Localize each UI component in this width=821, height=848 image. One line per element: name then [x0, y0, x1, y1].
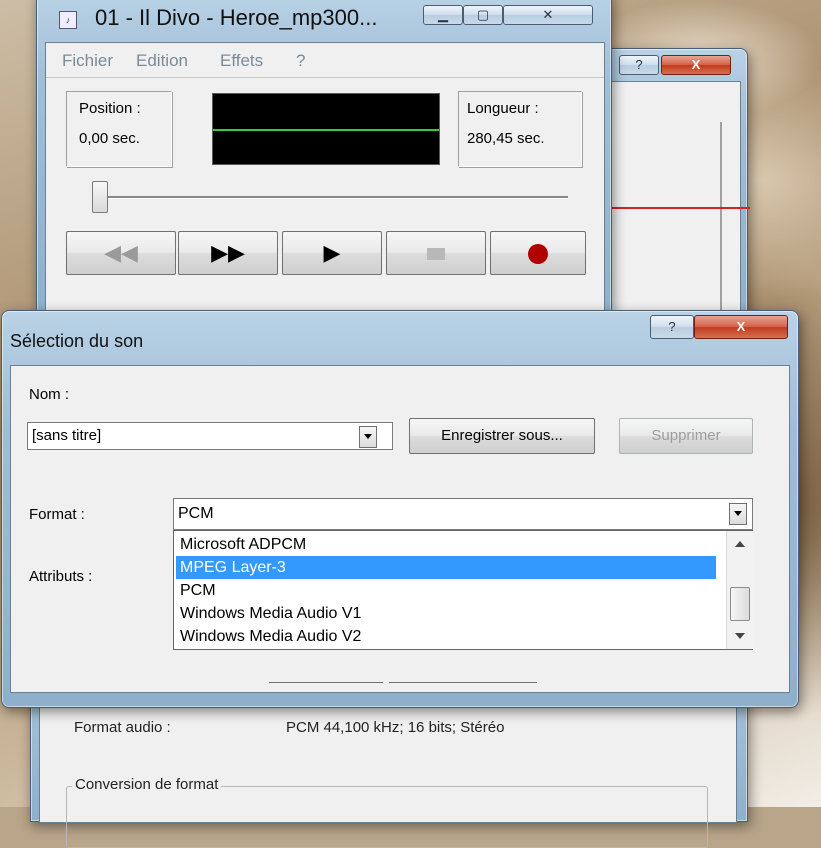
seek-track[interactable] [102, 196, 568, 199]
record-icon [528, 244, 548, 264]
help-button[interactable]: ? [619, 55, 659, 75]
dialog-title: Sélection du son [10, 331, 144, 351]
scrollbar-thumb[interactable] [730, 587, 750, 621]
vertical-divider [720, 122, 722, 322]
list-item[interactable]: Windows Media Audio V2 [176, 625, 716, 648]
format-dropdown-arrow[interactable] [729, 503, 747, 525]
rewind-button[interactable]: ◀◀ [66, 231, 176, 275]
format-label: Format : [29, 506, 85, 523]
attributes-label: Attributs : [29, 568, 93, 585]
window-title: 01 - Il Divo - Heroe_mp300... [95, 5, 378, 30]
name-label: Nom : [29, 386, 70, 403]
ok-button-partial[interactable] [269, 662, 383, 683]
length-value: 280,45 sec. [467, 130, 545, 147]
save-as-button[interactable]: Enregistrer sous... [409, 418, 595, 454]
red-frame-line [610, 207, 750, 209]
dialog-help-button[interactable]: ? [650, 315, 694, 339]
length-box: Longueur : 280,45 sec. [458, 91, 582, 167]
record-button[interactable] [490, 231, 586, 275]
scroll-down-icon[interactable] [735, 633, 745, 639]
waveform-display [212, 93, 440, 165]
menu-help[interactable]: ? [296, 51, 305, 71]
scroll-up-icon[interactable] [735, 541, 745, 547]
play-button[interactable]: ▶ [282, 231, 382, 275]
recorder-close-button[interactable]: ✕ [503, 5, 593, 25]
stop-icon [427, 248, 445, 260]
format-combobox[interactable]: PCM [173, 498, 753, 530]
position-label: Position : [79, 100, 141, 117]
name-dropdown-arrow[interactable] [359, 426, 377, 448]
list-item[interactable]: Windows Media Audio V1 [176, 602, 716, 625]
format-value: PCM [178, 505, 214, 522]
cancel-button-partial[interactable] [389, 662, 537, 683]
maximize-button[interactable]: ▢ [463, 5, 503, 25]
menu-fichier[interactable]: Fichier [62, 51, 113, 71]
dialog-client-area: Nom : [sans titre] Enregistrer sous... S… [10, 365, 790, 693]
sound-selection-dialog: Sélection du son ? X Nom : [sans titre] … [1, 310, 799, 708]
fast-forward-button[interactable]: ▶▶ [178, 231, 278, 275]
waveform-line [213, 129, 439, 131]
list-item-selected[interactable]: MPEG Layer-3 [176, 556, 716, 579]
name-value: [sans titre] [32, 427, 102, 444]
name-combobox[interactable]: [sans titre] [27, 422, 393, 450]
app-icon: ♪ [59, 11, 77, 29]
format-dropdown-list: Microsoft ADPCM MPEG Layer-3 PCM Windows… [173, 530, 753, 650]
position-box: Position : 0,00 sec. [66, 91, 172, 167]
menu-edition[interactable]: Edition [136, 51, 188, 71]
list-scrollbar[interactable] [726, 531, 753, 649]
conversion-group-box [66, 786, 708, 848]
menu-effets[interactable]: Effets [220, 51, 263, 71]
list-item[interactable]: Microsoft ADPCM [176, 533, 716, 556]
minimize-button[interactable]: ▁ [423, 5, 463, 25]
recorder-client-area: Fichier Edition Effets ? Position : 0,00… [45, 42, 605, 312]
menu-bar: Fichier Edition Effets ? [46, 43, 604, 78]
sound-recorder-window: ♪ 01 - Il Divo - Heroe_mp300... ▁ ▢ ✕ Fi… [36, 0, 612, 316]
length-label: Longueur : [467, 100, 539, 117]
dialog-close-button[interactable]: X [694, 315, 788, 339]
format-audio-label: Format audio : [74, 719, 171, 736]
position-value: 0,00 sec. [79, 130, 140, 147]
stop-button[interactable] [386, 231, 486, 275]
close-button[interactable]: X [661, 55, 731, 75]
seek-thumb[interactable] [92, 181, 108, 213]
conversion-group-label: Conversion de format [72, 776, 222, 793]
delete-button[interactable]: Supprimer [619, 418, 753, 454]
format-audio-value: PCM 44,100 kHz; 16 bits; Stéréo [286, 719, 505, 736]
list-item[interactable]: PCM [176, 579, 716, 602]
